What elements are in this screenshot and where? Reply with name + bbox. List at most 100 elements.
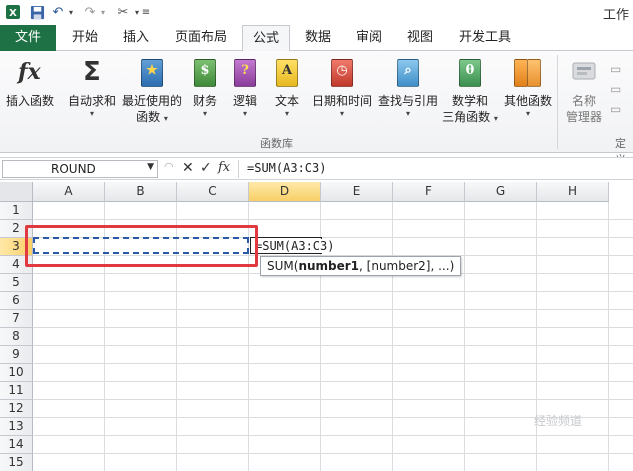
row-gridline [33,345,633,346]
more-functions-button[interactable]: 其他函数 ▾ [502,57,554,119]
tab-home[interactable]: 开始 [63,25,107,51]
autosum-dropdown-icon: ▾ [89,109,94,118]
enter-icon[interactable]: ✓ [200,160,212,176]
logical-dropdown-icon: ▾ [242,109,247,118]
tooltip-prefix: SUM( [267,259,299,273]
more-functions-dropdown-icon: ▾ [525,109,530,118]
row-gridline [33,309,633,310]
redo-icon[interactable]: ↷ [82,3,98,21]
row-header-15[interactable]: 15 [0,454,33,471]
tab-formulas[interactable]: 公式 [242,25,290,52]
select-all-corner[interactable] [0,182,33,202]
column-gridline [536,202,537,471]
lookup-button[interactable]: ⌕ 查找与引用 ▾ [376,57,440,119]
cancel-icon[interactable]: ✕ [182,160,194,176]
insert-function-label: 插入函数 [5,94,54,108]
name-manager-label-line1: 名称 [571,94,596,108]
column-header-h[interactable]: H [537,182,609,202]
row-header-7[interactable]: 7 [0,310,33,328]
row-gridline [33,327,633,328]
undo-icon[interactable]: ↶ [50,3,66,21]
formula-bar: ROUND ▼ ◠ ✕ ✓ fx =SUM(A3:C3) [0,157,633,180]
row-header-9[interactable]: 9 [0,346,33,364]
logical-button[interactable]: ? 逻辑 ▾ [228,57,262,119]
name-manager-icon [569,57,599,89]
formula-bar-handle-icon: ◠ [164,160,174,173]
formula-input[interactable]: =SUM(A3:C3) [247,161,326,175]
tab-file[interactable]: 文件 [0,25,56,51]
group-label-function-library: 函数库 [260,137,293,150]
tab-developer[interactable]: 开发工具 [452,25,518,51]
column-header-g[interactable]: G [465,182,537,202]
tab-review[interactable]: 审阅 [347,25,391,51]
math-trig-button[interactable]: θ 数学和 三角函数 ▾ [442,57,498,125]
more-functions-label: 其他函数 [503,94,552,108]
column-gridline [392,202,393,471]
column-header-a[interactable]: A [33,182,105,202]
row-gridline [33,381,633,382]
redo-dropdown-icon[interactable]: ▾ [98,3,108,21]
watermark: 经验频道 [534,414,583,428]
text-button[interactable]: A 文本 ▾ [270,57,304,119]
customize-qat-icon[interactable]: ≡ [140,3,152,21]
lookup-book-icon: ⌕ [393,57,423,89]
spreadsheet-grid[interactable]: ABCDEFGH 1 2 3 4 5 6 7 8 9 10 11 12 13 14 15 =SUM(A3:C… [0,182,633,471]
column-header-d[interactable]: D [249,182,321,202]
column-header-f[interactable]: F [393,182,465,202]
column-header-e[interactable]: E [321,182,393,202]
math-trig-label-line2: 三角函数 ▾ [442,110,498,124]
fx-icon: fx [18,59,41,85]
financial-label: 财务 [192,94,217,108]
column-gridline [608,202,609,471]
financial-button[interactable]: $ 财务 ▾ [188,57,222,119]
financial-book-icon: $ [190,57,220,89]
row-gridline [33,363,633,364]
window-title: 工作 [602,8,629,23]
ribbon-tab-bar: 文件 开始 插入 页面布局 公式 数据 审阅 视图 开发工具 [0,25,633,52]
name-manager-label-line2: 管理器 [565,110,602,124]
tab-data[interactable]: 数据 [296,25,340,51]
quick-access-toolbar: X ↶ ▾ ↷ ▾ ✂ ▾ ≡ 工作 [0,0,633,25]
name-manager-button[interactable]: 名称 管理器 [562,57,606,125]
column-header-b[interactable]: B [105,182,177,202]
recent-functions-label-line2: 函数 ▾ [136,110,168,124]
tab-page-layout[interactable]: 页面布局 [166,25,236,51]
lookup-dropdown-icon: ▾ [405,109,410,118]
row-gridline [33,399,633,400]
row-header-12[interactable]: 12 [0,400,33,418]
row-header-11[interactable]: 11 [0,382,33,400]
tools-icon[interactable]: ✂ [114,3,132,21]
row-header-1[interactable]: 1 [0,202,33,220]
text-book-icon: A [272,57,302,89]
autosum-button[interactable]: Σ 自动求和 ▾ [66,57,118,119]
datetime-dropdown-icon: ▾ [339,109,344,118]
svg-text:X: X [9,8,17,19]
text-dropdown-icon: ▾ [284,109,289,118]
insert-function-button[interactable]: fx 插入函数 [4,57,56,109]
row-gridline [33,453,633,454]
row-header-13[interactable]: 13 [0,418,33,436]
define-name-partial-icons: ▭ ▭ ▭ [610,62,622,116]
excel-logo-icon: X [4,3,22,21]
more-books-icon [513,57,543,89]
sigma-icon: Σ [83,57,101,87]
row-gridline [33,291,633,292]
name-box[interactable]: ROUND ▼ [2,160,158,178]
row-header-5[interactable]: 5 [0,274,33,292]
datetime-label: 日期和时间 [311,94,372,108]
row-header-14[interactable]: 14 [0,436,33,454]
recent-functions-button[interactable]: ★ 最近使用的 函数 ▾ [120,57,184,125]
row-header-10[interactable]: 10 [0,364,33,382]
tab-insert[interactable]: 插入 [114,25,158,51]
datetime-button[interactable]: ◷ 日期和时间 ▾ [310,57,374,119]
row-header-8[interactable]: 8 [0,328,33,346]
insert-function-fx-icon[interactable]: fx [218,160,230,175]
math-book-icon: θ [455,57,485,89]
undo-dropdown-icon[interactable]: ▾ [66,3,76,21]
save-icon[interactable] [28,3,46,21]
tooltip-arg-number1[interactable]: number1 [298,259,359,273]
column-header-c[interactable]: C [177,182,249,202]
name-box-dropdown-icon[interactable]: ▼ [147,162,154,172]
tab-view[interactable]: 视图 [398,25,442,51]
row-header-6[interactable]: 6 [0,292,33,310]
